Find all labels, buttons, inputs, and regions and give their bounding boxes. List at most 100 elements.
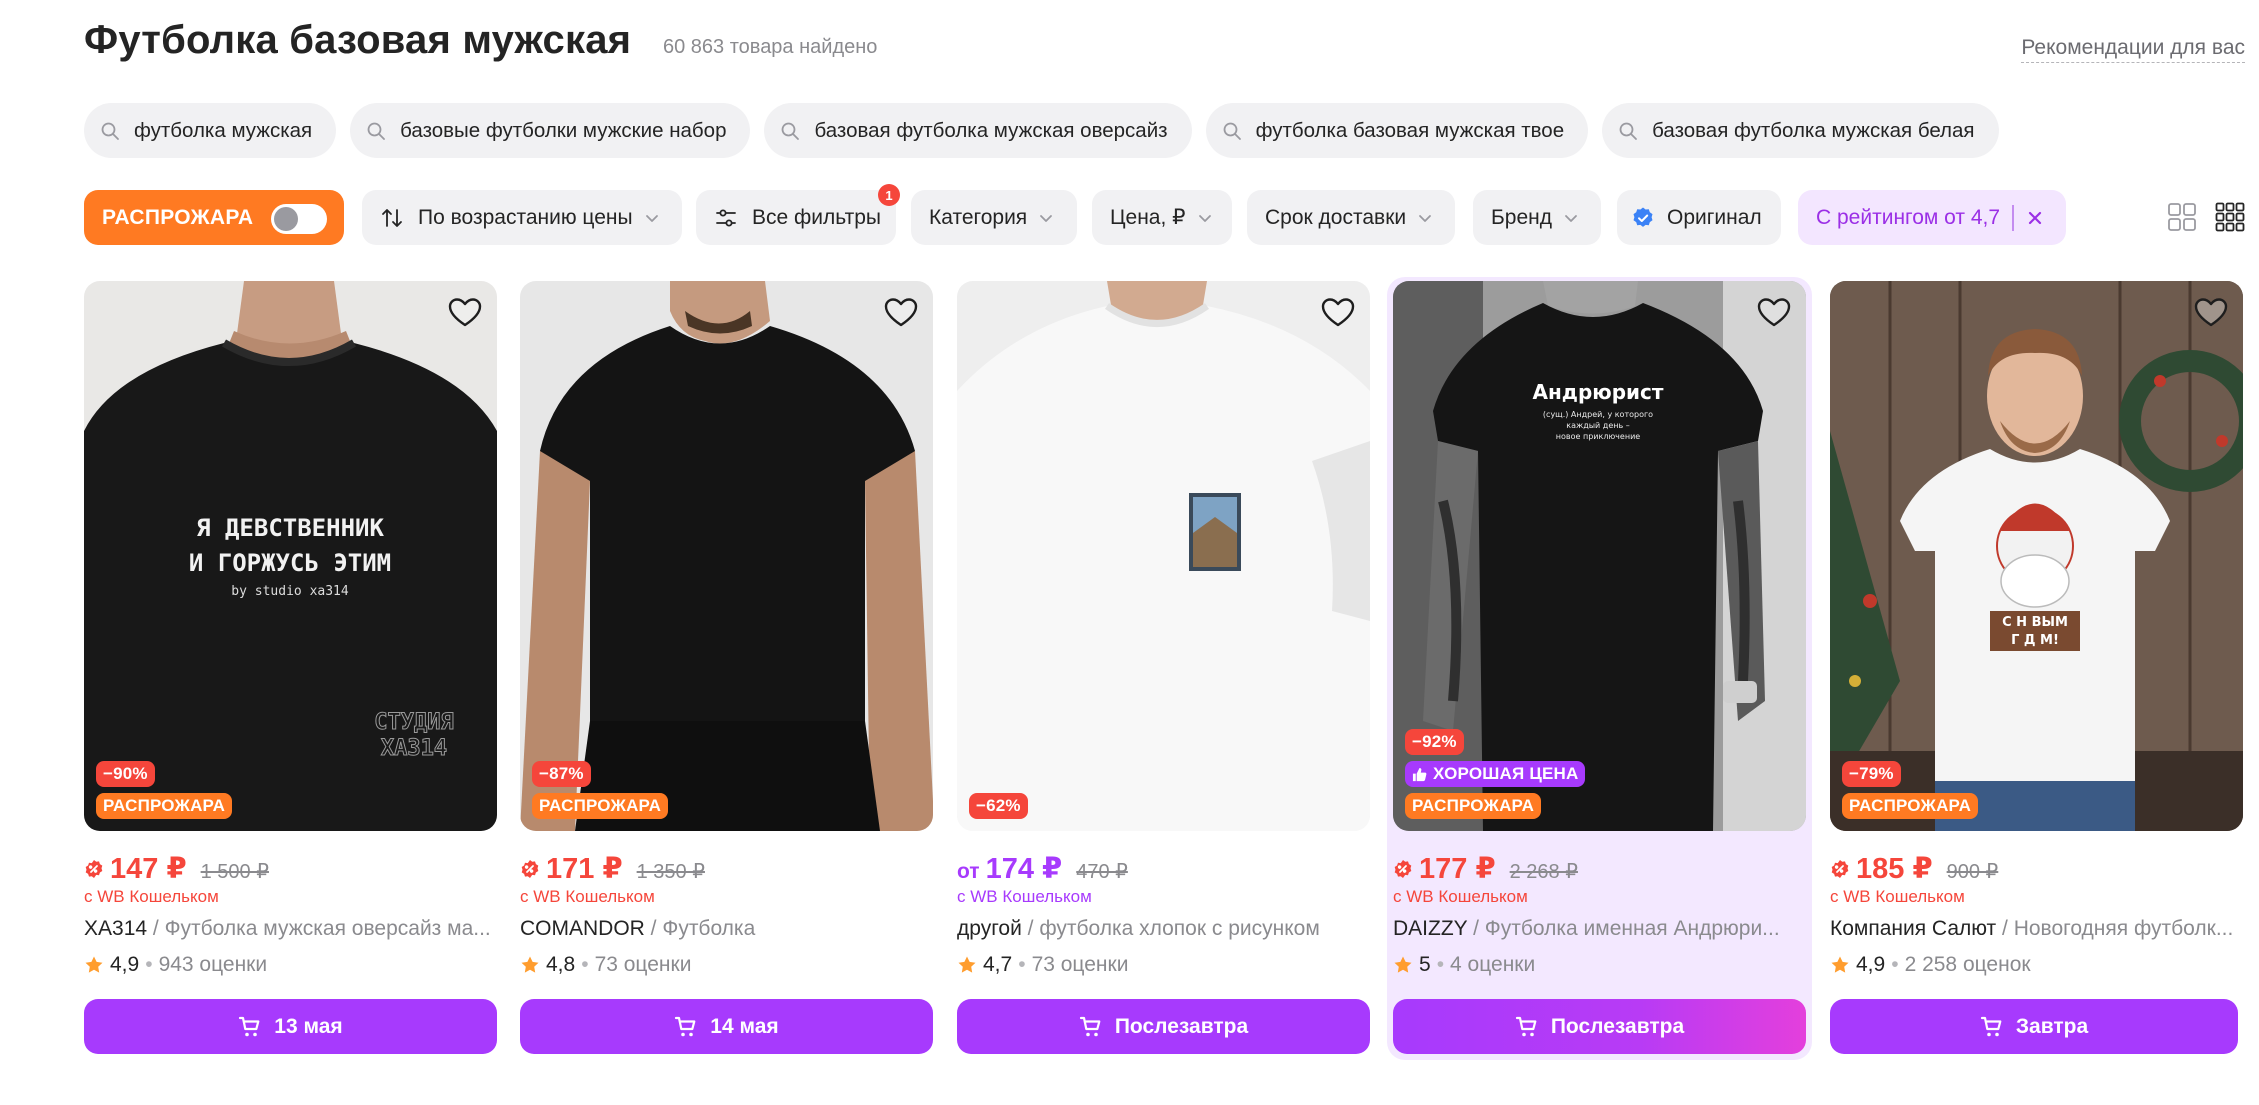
heart-icon[interactable] [883,295,919,331]
old-price: 470 ₽ [1076,861,1128,883]
filter-count-badge: 1 [878,184,900,206]
heart-icon[interactable] [2193,295,2229,331]
switch-knob [274,207,298,231]
current-price: 147 ₽ [110,853,187,885]
brand-dropdown[interactable]: Бренд [1473,190,1601,245]
price-row: 185 ₽ 900 ₽ [1830,851,1998,886]
cart-icon [1515,1016,1537,1036]
print-line: И ГОРЖУСЬ ЭТИМ [189,549,391,577]
review-count: 73 оценки [1031,953,1129,976]
badge-stack: −92% ХОРОШАЯ ЦЕНА РАСПРОЖАРА [1405,729,1586,819]
sale-toggle[interactable]: РАСПРОЖАРА [84,190,344,245]
add-to-cart-button[interactable]: Послезавтра [1393,999,1806,1054]
good-price-badge: ХОРОШАЯ ЦЕНА [1405,761,1586,787]
sale-toggle-label: РАСПРОЖАРА [102,205,254,229]
price-dropdown[interactable]: Цена, ₽ [1092,190,1232,245]
suggestion-label: футболка мужская [134,118,313,142]
delivery-dropdown[interactable]: Срок доставки [1247,190,1455,245]
heart-icon[interactable] [447,295,483,331]
add-to-cart-button[interactable]: Завтра [1830,999,2238,1054]
star-icon [1394,956,1412,973]
verified-check-icon [1633,207,1653,227]
price-filter-label: Цена, ₽ [1110,206,1186,229]
suggestion-chip[interactable]: футболка мужская [84,103,337,158]
star-icon [85,956,103,973]
heart-icon[interactable] [1756,295,1792,331]
current-price: 185 ₽ [1856,853,1933,885]
chevron-down-icon [1198,214,1211,222]
suggestion-chip[interactable]: базовая футболка мужская белая [1602,103,1999,158]
small-grid-icon[interactable] [2215,202,2245,232]
tshirt-photo [957,281,1370,831]
add-to-cart-button[interactable]: Послезавтра [957,999,1370,1054]
old-price: 2 268 ₽ [1509,861,1578,883]
review-count: 4 оценки [1450,953,1536,976]
wallet-note: с WB Кошельком [1393,887,1528,906]
add-to-cart-button[interactable]: 14 мая [520,999,933,1054]
page-header: Футболка базовая мужская 60 863 товара н… [84,14,2259,74]
large-grid-icon[interactable] [2167,202,2197,232]
product-photo[interactable]: −62% [957,281,1370,831]
suggestion-chip[interactable]: базовая футболка мужская оверсайз [764,103,1192,158]
product-card[interactable]: Я ДЕВСТВЕННИК И ГОРЖУСЬ ЭТИМ by studio x… [84,281,497,1056]
sort-dropdown[interactable]: По возрастанию цены [362,190,682,245]
print-line: Андрюрист [1533,380,1664,404]
print-line: (сущ.) Андрей, у которого [1543,410,1653,419]
product-photo[interactable]: С Н ВЫМ Г Д М! −79% РАСПРОЖАРА [1830,281,2243,831]
product-photo[interactable]: −87% РАСПРОЖАРА [520,281,933,831]
star-icon [521,956,539,973]
price-row: 177 ₽ 2 268 ₽ [1393,851,1578,886]
filter-sliders-icon [716,209,736,226]
chevron-down-icon [1040,214,1053,222]
category-dropdown[interactable]: Категория [911,190,1077,245]
heart-icon[interactable] [1320,295,1356,331]
current-price: 171 ₽ [546,853,623,885]
sale-switch[interactable] [271,204,327,234]
product-title[interactable]: DAIZZY / Футболка именная Андрюри... [1393,917,1806,941]
delivery-date: Послезавтра [1114,1014,1249,1038]
suggestion-chip[interactable]: базовые футболки мужские набор [350,103,751,158]
rating-filter-label: С рейтингом от 4,7 [1816,205,2001,229]
product-photo[interactable]: Андрюрист (сущ.) Андрей, у которого кажд… [1393,281,1806,831]
price-prefix: от [957,860,980,883]
add-to-cart-button[interactable]: 13 мая [84,999,497,1054]
rating-filter-chip[interactable]: С рейтингом от 4,7 [1798,190,2066,245]
product-card[interactable]: −62% от 174 ₽ 470 ₽ с WB Кошельком друго… [957,281,1370,1056]
all-filters-button[interactable]: Все фильтры 1 [696,184,900,245]
product-title[interactable]: Компания Салют / Новогодняя футболк... [1830,917,2238,941]
chevron-down-icon [645,214,658,222]
product-card[interactable]: −87% РАСПРОЖАРА 171 ₽ 1 350 ₽ с WB Кошел… [520,281,933,1056]
sale-badge: РАСПРОЖАРА [96,793,233,819]
close-icon[interactable] [2026,209,2044,227]
product-brand: другой [957,917,1022,940]
wallet-note: с WB Кошельком [957,887,1092,906]
original-filter[interactable]: Оригинал [1617,190,1781,245]
suggestion-label: базовая футболка мужская белая [1652,118,1975,142]
product-name: / Футболка [644,917,756,940]
sale-badge: РАСПРОЖАРА [532,793,669,819]
product-photo[interactable]: Я ДЕВСТВЕННИК И ГОРЖУСЬ ЭТИМ by studio x… [84,281,497,831]
price-row: 147 ₽ 1 500 ₽ [84,851,269,886]
product-title[interactable]: другой / футболка хлопок с рисунком [957,917,1370,941]
suggestion-chip[interactable]: футболка базовая мужская твое [1205,103,1589,158]
review-count: 943 оценки [158,953,268,976]
star-icon [958,956,976,973]
recommendations-link[interactable]: Рекомендации для вас [2021,36,2245,63]
print-corner: СТУДИЯ [374,710,453,735]
badge-stack: −62% [969,793,1028,819]
product-title[interactable]: ХА314 / Футболка мужская оверсайз ма... [84,917,497,941]
print-corner: ХА314 [381,736,447,761]
current-price: 174 ₽ [985,853,1063,885]
separator-dot: • [581,953,589,976]
suggestion-label: футболка базовая мужская твое [1255,118,1565,142]
print-line: новое приключение [1556,432,1640,441]
cart-icon [1079,1016,1101,1036]
all-filters-label: Все фильтры [752,205,881,229]
product-name: / Футболка мужская оверсайз ма... [147,917,491,940]
product-card[interactable]: С Н ВЫМ Г Д М! −79% РАСПРОЖАРА 185 ₽ 900… [1830,281,2243,1056]
product-card[interactable]: Андрюрист (сущ.) Андрей, у которого кажд… [1387,277,1812,1060]
tshirt-photo: Я ДЕВСТВЕННИК И ГОРЖУСЬ ЭТИМ by studio x… [84,281,497,831]
product-title[interactable]: COMANDOR / Футболка [520,917,933,941]
rating-value: 4,9 [110,953,140,976]
category-label: Категория [929,205,1028,229]
